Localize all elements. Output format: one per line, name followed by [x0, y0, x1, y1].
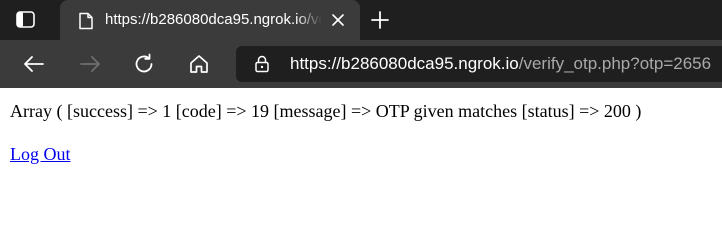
close-icon[interactable] — [330, 12, 346, 28]
page-icon — [78, 12, 94, 30]
browser-toolbar: https://b286080dca95.ngrok.io/verify_otp… — [0, 40, 722, 88]
url-text[interactable]: https://b286080dca95.ngrok.io/verify_otp… — [290, 54, 711, 74]
page-content: Array ( [success] => 1 [code] => 19 [mes… — [10, 88, 722, 221]
logout-link[interactable]: Log Out — [10, 143, 71, 165]
url-path: /verify_otp.php?otp=2656 — [518, 54, 712, 73]
response-output: Array ( [success] => 1 [code] => 19 [mes… — [10, 101, 642, 121]
address-bar[interactable]: https://b286080dca95.ngrok.io/verify_otp… — [236, 46, 722, 82]
arrow-right-icon[interactable] — [78, 52, 102, 76]
tab-actions-icon[interactable] — [16, 11, 36, 29]
arrow-left-icon[interactable] — [22, 52, 46, 76]
active-tab[interactable]: https://b286080dca95.ngrok.io/verify_otp… — [60, 0, 360, 40]
home-icon[interactable] — [187, 52, 211, 76]
url-host: b286080dca95.ngrok.io — [341, 54, 519, 73]
tab-title: https://b286080dca95.ngrok.io/verify_otp… — [105, 11, 322, 28]
lock-icon[interactable] — [254, 55, 270, 73]
url-scheme: https:// — [290, 54, 342, 73]
refresh-icon[interactable] — [132, 52, 156, 76]
tab-strip: https://b286080dca95.ngrok.io/verify_otp… — [0, 0, 722, 40]
plus-icon[interactable] — [370, 10, 390, 30]
